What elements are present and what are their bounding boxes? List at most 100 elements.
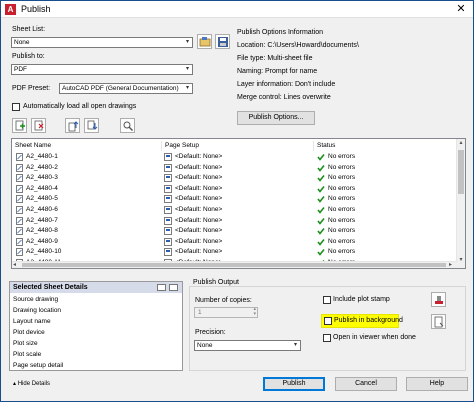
column-header-page-setup[interactable]: Page Setup — [162, 141, 314, 151]
horizontal-scrollbar[interactable]: ◂ ▸ — [12, 261, 457, 268]
status-cell: No errors — [328, 227, 356, 235]
table-row[interactable]: A2_4480-10 <Default: None> No errors — [12, 247, 457, 258]
scroll-down-icon[interactable]: ▾ — [457, 256, 465, 265]
pdf-preset-dropdown[interactable]: AutoCAD PDF (General Documentation) ▾ — [59, 83, 193, 94]
drawing-sheet-icon — [16, 227, 23, 236]
include-plot-stamp-checkbox[interactable] — [323, 296, 331, 304]
publish-button[interactable]: Publish — [263, 377, 325, 391]
scroll-up-icon[interactable]: ▴ — [457, 139, 465, 148]
sheet-list-dropdown[interactable]: None ▾ — [11, 37, 193, 48]
scroll-left-icon[interactable]: ◂ — [13, 262, 20, 268]
close-button[interactable]: ✕ — [453, 2, 469, 16]
remove-sheets-button[interactable] — [31, 118, 46, 133]
details-panel-collapse-icon[interactable] — [169, 284, 178, 291]
copies-value: 1 — [198, 309, 202, 316]
sheet-name-cell: A2_4480-4 — [26, 184, 58, 192]
copies-spinner[interactable]: 1 ▴ ▾ — [194, 307, 258, 318]
details-panel-menu-icon[interactable] — [157, 284, 166, 291]
page-setup-cell: <Default: None> — [175, 248, 223, 256]
vertical-scrollbar[interactable]: ▴ ▾ — [456, 139, 465, 268]
page-setup-cell: <Default: None> — [175, 163, 223, 171]
table-row[interactable]: A2_4480-7 <Default: None> No errors — [12, 216, 457, 227]
hide-details-toggle[interactable]: ▴ Hide Details — [13, 380, 50, 387]
detail-plot-scale: Plot scale — [13, 351, 42, 358]
add-sheets-button[interactable] — [12, 118, 27, 133]
remove-sheet-icon — [34, 120, 44, 131]
table-row[interactable]: A2_4480-9 <Default: None> No errors — [12, 237, 457, 248]
load-sheet-list-button[interactable] — [197, 34, 212, 49]
auto-load-checkbox[interactable] — [12, 103, 20, 111]
column-header-sheet-name[interactable]: Sheet Name — [12, 141, 162, 151]
window-title: Publish — [21, 4, 51, 14]
drawing-sheet-icon — [16, 184, 23, 193]
table-row[interactable]: A2_4480-3 <Default: None> No errors — [12, 173, 457, 184]
status-cell: No errors — [328, 184, 356, 192]
publish-in-background-checkbox[interactable] — [324, 317, 332, 325]
autocad-app-icon: A — [5, 4, 16, 15]
open-in-viewer-checkbox[interactable] — [323, 334, 331, 342]
publish-options-info-title: Publish Options Information — [237, 29, 323, 36]
detail-drawing-location: Drawing location — [13, 307, 62, 314]
precision-dropdown[interactable]: None ▾ — [194, 340, 301, 351]
save-sheet-list-button[interactable] — [215, 34, 230, 49]
move-sheet-up-button[interactable] — [65, 118, 80, 133]
save-disk-icon — [218, 37, 228, 47]
check-mark-icon — [317, 175, 325, 182]
publish-to-dropdown[interactable]: PDF ▾ — [11, 64, 193, 75]
drawing-sheet-icon — [16, 174, 23, 183]
detail-source-drawing: Source drawing — [13, 296, 59, 303]
check-mark-icon — [317, 185, 325, 193]
table-row[interactable]: A2_4480-2 <Default: None> No errors — [12, 163, 457, 174]
sheet-name-cell: A2_4480-6 — [26, 206, 58, 213]
table-row[interactable]: A2_4480-5 <Default: None> No errors — [12, 194, 457, 205]
page-setup-icon — [164, 174, 172, 183]
open-in-viewer-label: Open in viewer when done — [333, 334, 416, 341]
status-cell: No errors — [328, 163, 356, 171]
detail-layout-name: Layout name — [13, 318, 51, 325]
horizontal-scrollbar-thumb[interactable] — [22, 263, 446, 267]
check-mark-icon — [317, 164, 325, 172]
column-header-status[interactable]: Status — [314, 141, 457, 151]
page-setup-icon — [164, 195, 172, 204]
page-setup-icon — [164, 163, 172, 172]
magnifier-icon — [123, 121, 133, 131]
page-setup-icon — [164, 184, 172, 193]
preview-button[interactable] — [120, 118, 135, 133]
precision-value: None — [197, 342, 213, 349]
status-cell: No errors — [328, 195, 356, 203]
page-setup-icon — [164, 248, 172, 257]
status-cell: No errors — [328, 237, 356, 245]
page-setup-icon — [164, 153, 172, 161]
detail-plot-size: Plot size — [13, 340, 38, 347]
page-setup-cell: <Default: None> — [175, 184, 223, 192]
auto-load-label: Automatically load all open drawings — [23, 103, 137, 110]
table-row[interactable]: A2_4480-4 <Default: None> No errors — [12, 184, 457, 195]
sheet-name-cell: A2_4480-2 — [26, 163, 58, 171]
table-row[interactable]: A2_4480-1 <Default: None> No errors — [12, 152, 457, 163]
spin-down-icon[interactable]: ▾ — [253, 312, 256, 317]
drawing-sheet-icon — [16, 163, 23, 172]
detail-plot-device: Plot device — [13, 329, 45, 336]
info-merge-control: Merge control: Lines overwrite — [237, 94, 331, 101]
open-folder-icon — [199, 37, 211, 47]
chevron-down-icon: ▾ — [293, 342, 297, 348]
publish-to-label: Publish to: — [12, 53, 45, 60]
cancel-button[interactable]: Cancel — [335, 377, 397, 391]
move-down-icon — [87, 120, 98, 130]
plot-stamp-settings-button[interactable] — [431, 292, 446, 307]
help-button[interactable]: Help — [406, 377, 468, 391]
publish-background-settings-button[interactable] — [431, 314, 446, 329]
page-setup-cell: <Default: None> — [175, 206, 223, 213]
table-row[interactable]: A2_4480-8 <Default: None> No errors — [12, 226, 457, 237]
status-cell: No errors — [328, 216, 356, 224]
publish-options-button[interactable]: Publish Options... — [237, 111, 315, 125]
chevron-down-icon: ▾ — [185, 85, 189, 91]
move-sheet-down-button[interactable] — [84, 118, 99, 133]
copies-label: Number of copies: — [195, 297, 252, 304]
check-mark-icon — [317, 238, 325, 246]
scrollbar-thumb[interactable] — [458, 150, 464, 194]
detail-page-setup: Page setup detail — [13, 362, 64, 369]
scroll-right-icon[interactable]: ▸ — [449, 262, 456, 268]
table-row[interactable]: A2_4480-6 <Default: None> No errors — [12, 205, 457, 216]
check-mark-icon — [317, 228, 325, 235]
